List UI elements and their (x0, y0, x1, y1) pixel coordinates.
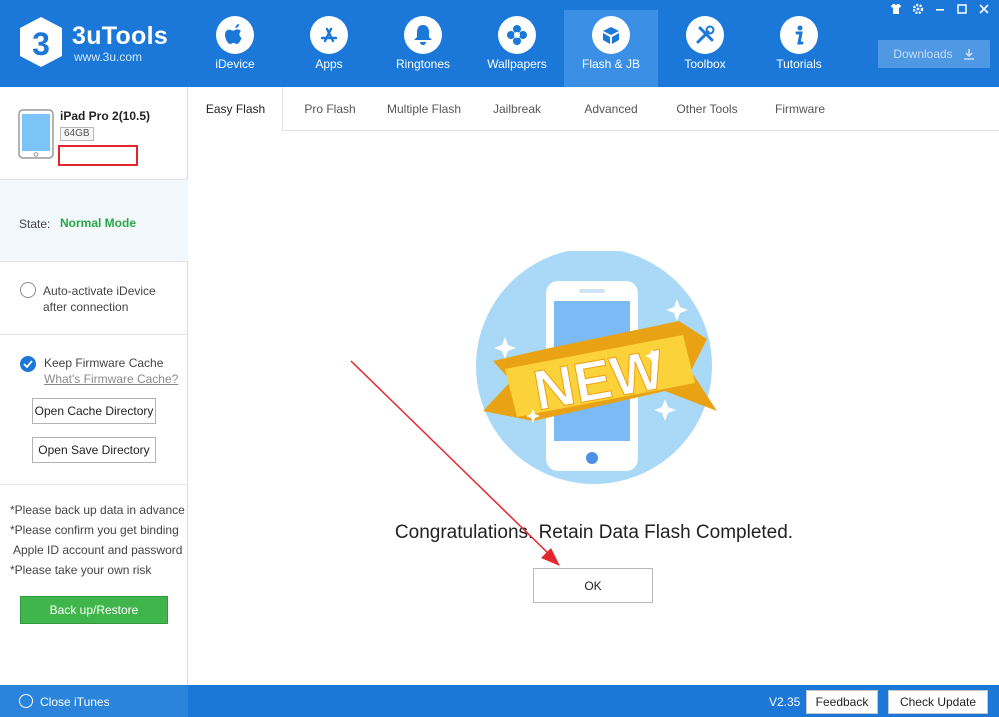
warning-notes: *Please back up data in advance *Please … (10, 500, 188, 580)
download-icon (963, 49, 974, 60)
note-line: *Please back up data in advance (10, 503, 185, 517)
nav-label: Toolbox (684, 57, 726, 71)
downloads-label: Downloads (893, 47, 953, 61)
downloads-button[interactable]: Downloads (878, 40, 990, 68)
flash-tabs: Easy Flash Pro Flash Multiple Flash Jail… (189, 87, 999, 132)
flash-success-message: Congratulations. Retain Data Flash Compl… (394, 522, 794, 543)
state-panel: State: Normal Mode (0, 180, 188, 262)
svg-text:3: 3 (32, 26, 50, 62)
ipad-icon (18, 109, 54, 159)
app-brand: 3uTools (72, 22, 169, 50)
bell-icon (404, 16, 442, 54)
feedback-button[interactable]: Feedback (806, 690, 878, 714)
keep-cache-checkbox[interactable] (20, 356, 36, 372)
keep-cache-label: Keep Firmware Cache (44, 356, 164, 370)
close-itunes-radio[interactable] (19, 694, 33, 708)
window-controls (887, 2, 993, 20)
top-header: 3 3uTools www.3u.com iDevice Apps Ringto… (0, 0, 999, 87)
3utools-logo-icon: 3 (20, 17, 62, 67)
tab-easy-flash[interactable]: Easy Flash (189, 87, 283, 132)
auto-activate-radio[interactable] (20, 282, 36, 298)
open-save-directory-button[interactable]: Open Save Directory (32, 437, 156, 463)
tab-jailbreak[interactable]: Jailbreak (479, 87, 555, 131)
nav-label: Apps (315, 57, 343, 71)
note-line: Apple ID account and password (13, 543, 183, 557)
device-name: iPad Pro 2(10.5) (60, 109, 151, 123)
note-line: *Please confirm you get binding (10, 523, 179, 537)
tab-firmware[interactable]: Firmware (763, 87, 837, 131)
tab-other-tools[interactable]: Other Tools (665, 87, 749, 131)
auto-activate-label: Auto-activate iDevice after connection (43, 284, 156, 314)
nav-label: Flash & JB (581, 57, 641, 71)
close-itunes-label: Close iTunes (40, 695, 110, 709)
app-store-icon (310, 16, 348, 54)
backup-restore-button[interactable]: Back up/Restore (20, 596, 168, 624)
apple-icon (216, 16, 254, 54)
state-value: Normal Mode (60, 216, 137, 230)
box-icon (592, 16, 630, 54)
minimize-icon[interactable] (931, 2, 949, 20)
nav-label: Wallpapers (487, 57, 547, 71)
info-icon (780, 16, 818, 54)
app-url: www.3u.com (74, 50, 143, 64)
nav-label: Ringtones (395, 57, 451, 71)
check-update-button[interactable]: Check Update (888, 690, 988, 714)
nav-tutorials[interactable]: Tutorials (752, 10, 846, 87)
main-nav: iDevice Apps Ringtones Wallpapers Flash … (188, 10, 846, 87)
skin-icon[interactable] (887, 2, 905, 20)
tools-icon (686, 16, 724, 54)
nav-label: Tutorials (776, 57, 822, 71)
status-bar: Close iTunes V2.35 Feedback Check Update (0, 685, 999, 717)
device-capacity-badge: 64GB (60, 127, 94, 141)
nav-apps[interactable]: Apps (282, 10, 376, 87)
settings-icon[interactable] (909, 2, 927, 20)
note-line: *Please take your own risk (10, 563, 152, 577)
nav-wallpapers[interactable]: Wallpapers (470, 10, 564, 87)
nav-ringtones[interactable]: Ringtones (376, 10, 470, 87)
nav-toolbox[interactable]: Toolbox (658, 10, 752, 87)
maximize-icon[interactable] (953, 2, 971, 20)
tab-pro-flash[interactable]: Pro Flash (289, 87, 371, 131)
checkmark-icon (23, 360, 33, 368)
left-sidebar: iPad Pro 2(10.5) 64GB State: Normal Mode… (0, 87, 188, 685)
device-panel: iPad Pro 2(10.5) 64GB (0, 87, 188, 180)
new-device-badge-image: NEW (476, 251, 717, 484)
nav-flash-jb[interactable]: Flash & JB (564, 10, 658, 87)
close-icon[interactable] (975, 2, 993, 20)
redaction-box (58, 145, 138, 166)
state-label: State: (19, 217, 51, 231)
flower-icon (498, 16, 536, 54)
tab-advanced[interactable]: Advanced (571, 87, 651, 131)
auto-activate-panel: Auto-activate iDevice after connection (0, 262, 188, 335)
easy-flash-content: NEW Congratulations. Retain Data Flash C… (189, 131, 999, 685)
ok-button[interactable]: OK (533, 568, 653, 603)
firmware-cache-panel: Keep Firmware Cache What's Firmware Cach… (0, 335, 188, 485)
tab-multiple-flash[interactable]: Multiple Flash (377, 87, 471, 131)
nav-idevice[interactable]: iDevice (188, 10, 282, 87)
nav-label: iDevice (215, 57, 255, 71)
version-label: V2.35 (769, 695, 801, 709)
firmware-cache-help-link[interactable]: What's Firmware Cache? (44, 372, 178, 386)
open-cache-directory-button[interactable]: Open Cache Directory (32, 398, 156, 424)
close-itunes-area: Close iTunes (0, 685, 188, 717)
